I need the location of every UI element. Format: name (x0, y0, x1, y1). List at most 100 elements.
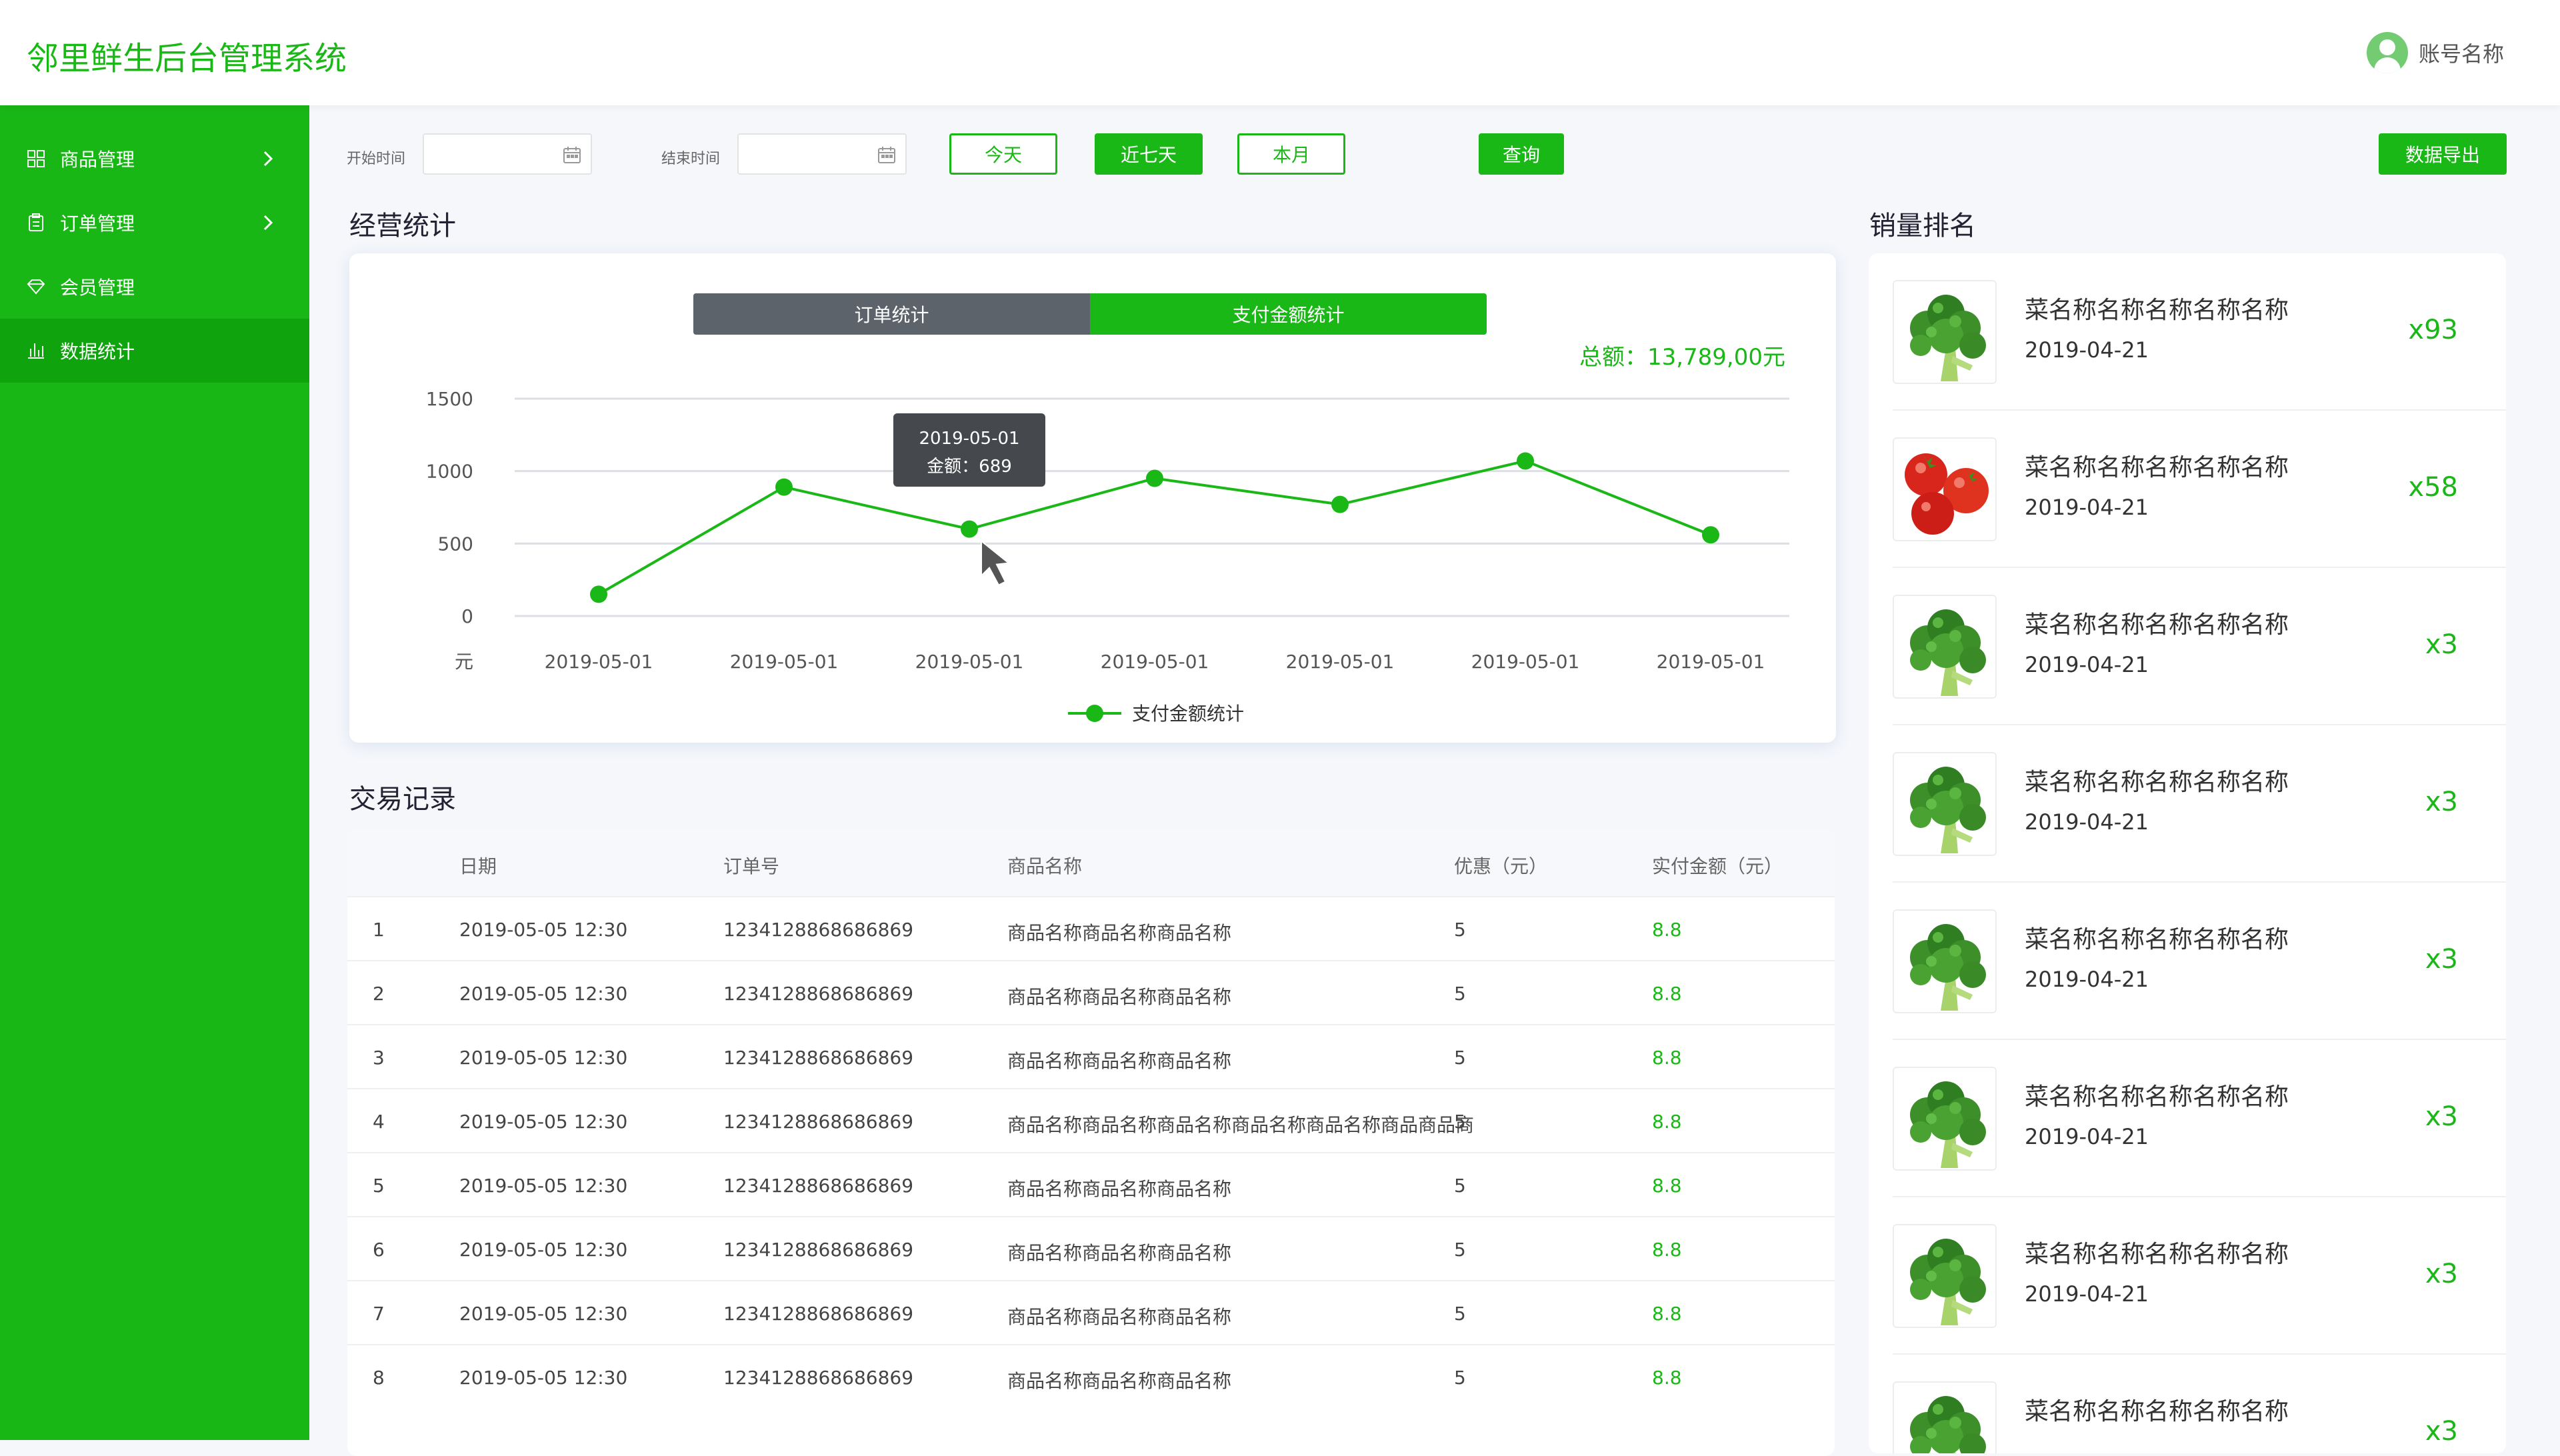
bar-chart-icon (27, 341, 45, 360)
row-index: 2 (373, 983, 385, 1005)
row-date: 2019-05-05 12:30 (459, 919, 628, 941)
ranking-item[interactable]: 菜名称名称名称名称名称 x3 (1893, 1355, 2506, 1453)
row-date: 2019-05-05 12:30 (459, 1175, 628, 1197)
row-discount: 5 (1454, 1239, 1466, 1261)
data-point (1702, 526, 1719, 544)
table-row[interactable]: 7 2019-05-05 12:30 1234128868686869 商品名称商品名… (347, 1280, 1835, 1344)
sidebar-item-label: 订单管理 (60, 213, 135, 235)
chevron-right-icon (263, 151, 273, 167)
row-order-no: 1234128868686869 (723, 1175, 914, 1197)
ranking-item-quantity: x3 (2425, 1259, 2458, 1289)
row-product-name: 商品名称商品名称商品名称 (1007, 1178, 1232, 1200)
data-point (1517, 452, 1534, 470)
ranking-item-date: 2019-04-21 (2025, 1124, 2149, 1149)
mouse-cursor-icon (981, 539, 1011, 586)
calendar-icon (878, 147, 895, 163)
row-index: 8 (373, 1367, 385, 1389)
row-paid-amount: 8.8 (1652, 1175, 1682, 1197)
table-row[interactable]: 3 2019-05-05 12:30 1234128868686869 商品名称商品名… (347, 1024, 1835, 1088)
ranking-item[interactable]: 菜名称名称名称名称名称 2019-04-21 x58 (1893, 411, 2506, 568)
row-index: 1 (373, 919, 385, 941)
table-row[interactable]: 6 2019-05-05 12:30 1234128868686869 商品名称商品名… (347, 1216, 1835, 1280)
start-time-input[interactable] (423, 133, 592, 175)
x-tick-label: 2019-05-01 (1471, 651, 1580, 673)
table-header: 日期 订单号 商品名称 优惠（元） 实付金额（元） (347, 829, 1835, 896)
today-button[interactable]: 今天 (949, 133, 1057, 175)
row-date: 2019-05-05 12:30 (459, 1367, 628, 1389)
header-discount: 优惠（元） (1454, 855, 1548, 877)
row-date: 2019-05-05 12:30 (459, 1047, 628, 1069)
data-point (1331, 495, 1349, 513)
row-product-name: 商品名称商品名称商品名称 (1007, 986, 1232, 1008)
row-product-name: 商品名称商品名称商品名称 (1007, 1370, 1232, 1392)
ranking-item[interactable]: 菜名称名称名称名称名称 2019-04-21 x3 (1893, 1040, 2506, 1197)
ranking-item-quantity: x3 (2425, 944, 2458, 975)
transaction-table: 日期 订单号 商品名称 优惠（元） 实付金额（元） 1 2019-05-05 12… (347, 829, 1835, 1456)
query-button[interactable]: 查询 (1479, 133, 1564, 175)
row-order-no: 1234128868686869 (723, 1047, 914, 1069)
sidebar-item-orders[interactable]: 订单管理 (0, 191, 309, 255)
row-index: 4 (373, 1111, 385, 1133)
sidebar-item-products[interactable]: 商品管理 (0, 127, 309, 191)
start-time-label: 开始时间 (347, 151, 406, 167)
row-product-name: 商品名称商品名称商品名称 (1007, 1050, 1232, 1072)
ranking-item[interactable]: 菜名称名称名称名称名称 2019-04-21 x3 (1893, 568, 2506, 725)
row-date: 2019-05-05 12:30 (459, 1111, 628, 1133)
ranking-item[interactable]: 菜名称名称名称名称名称 2019-04-21 x3 (1893, 1197, 2506, 1355)
row-paid-amount: 8.8 (1652, 1047, 1682, 1069)
row-order-no: 1234128868686869 (723, 983, 914, 1005)
ranking-item-name: 菜名称名称名称名称名称 (2025, 1083, 2289, 1111)
row-index: 7 (373, 1303, 385, 1325)
chevron-right-icon (263, 215, 273, 231)
export-data-button[interactable]: 数据导出 (2379, 133, 2507, 175)
clipboard-icon (27, 213, 45, 232)
top-header: 邻里鲜生后台管理系统 账号名称 (0, 0, 2560, 105)
sidebar-item-statistics[interactable]: 数据统计 (0, 319, 309, 383)
row-product-name: 商品名称商品名称商品名称 (1007, 1242, 1232, 1264)
broccoli-image (1893, 1381, 1997, 1453)
ranking-item-name: 菜名称名称名称名称名称 (2025, 1241, 2289, 1268)
x-tick-label: 2019-05-01 (730, 651, 839, 673)
legend-label: 支付金额统计 (1132, 703, 1244, 725)
broccoli-image (1893, 280, 1997, 384)
ranking-list: 菜名称名称名称名称名称 2019-04-21 x93 菜名称名称名称名称名称 2019-… (1869, 253, 2506, 1453)
sidebar-item-members[interactable]: 会员管理 (0, 255, 309, 319)
row-discount: 5 (1454, 919, 1466, 941)
ranking-item-date: 2019-04-21 (2025, 809, 2149, 835)
row-discount: 5 (1454, 1175, 1466, 1197)
table-row[interactable]: 4 2019-05-05 12:30 1234128868686869 商品名称商品名… (347, 1088, 1835, 1152)
account-menu[interactable]: 账号名称 (2366, 31, 2504, 75)
this-month-button[interactable]: 本月 (1237, 133, 1345, 175)
header-date: 日期 (459, 855, 497, 877)
sidebar-item-label: 数据统计 (60, 341, 135, 363)
ranking-item-name: 菜名称名称名称名称名称 (2025, 1398, 2289, 1425)
ranking-item[interactable]: 菜名称名称名称名称名称 2019-04-21 x3 (1893, 883, 2506, 1040)
ranking-item[interactable]: 菜名称名称名称名称名称 2019-04-21 x93 (1893, 253, 2506, 411)
row-discount: 5 (1454, 1047, 1466, 1069)
broccoli-image (1893, 909, 1997, 1013)
y-unit-label: 元 (455, 651, 473, 673)
last-seven-days-button[interactable]: 近七天 (1095, 133, 1203, 175)
section-title-ranking: 销量排名 (1869, 211, 1976, 241)
diamond-icon (27, 277, 45, 296)
row-paid-amount: 8.8 (1652, 1303, 1682, 1325)
row-product-name: 商品名称商品名称商品名称商品名称商品名称商品商品商 (1007, 1114, 1475, 1136)
ranking-item[interactable]: 菜名称名称名称名称名称 2019-04-21 x3 (1893, 725, 2506, 883)
table-row[interactable]: 8 2019-05-05 12:30 1234128868686869 商品名称商品名… (347, 1344, 1835, 1408)
sales-ranking-card: 菜名称名称名称名称名称 2019-04-21 x93 菜名称名称名称名称名称 2019-… (1869, 253, 2506, 1453)
row-paid-amount: 8.8 (1652, 1111, 1682, 1133)
ranking-item-quantity: x58 (2408, 472, 2458, 503)
table-row[interactable]: 2 2019-05-05 12:30 1234128868686869 商品名称商品名… (347, 960, 1835, 1024)
ranking-item-quantity: x3 (2425, 1101, 2458, 1132)
x-tick-label: 2019-05-01 (1101, 651, 1209, 673)
row-date: 2019-05-05 12:30 (459, 1303, 628, 1325)
row-discount: 5 (1454, 1303, 1466, 1325)
row-product-name: 商品名称商品名称商品名称 (1007, 1306, 1232, 1328)
legend-marker (1086, 705, 1103, 722)
sidebar: 商品管理 订单管理 会员管理 数据统计 (0, 105, 309, 1440)
table-row[interactable]: 5 2019-05-05 12:30 1234128868686869 商品名称商品名… (347, 1152, 1835, 1216)
tooltip-value: 金额：689 (927, 457, 1012, 477)
header-order-no: 订单号 (723, 855, 780, 877)
table-row[interactable]: 1 2019-05-05 12:30 1234128868686869 商品名称商品名… (347, 896, 1835, 960)
end-time-input[interactable] (737, 133, 907, 175)
